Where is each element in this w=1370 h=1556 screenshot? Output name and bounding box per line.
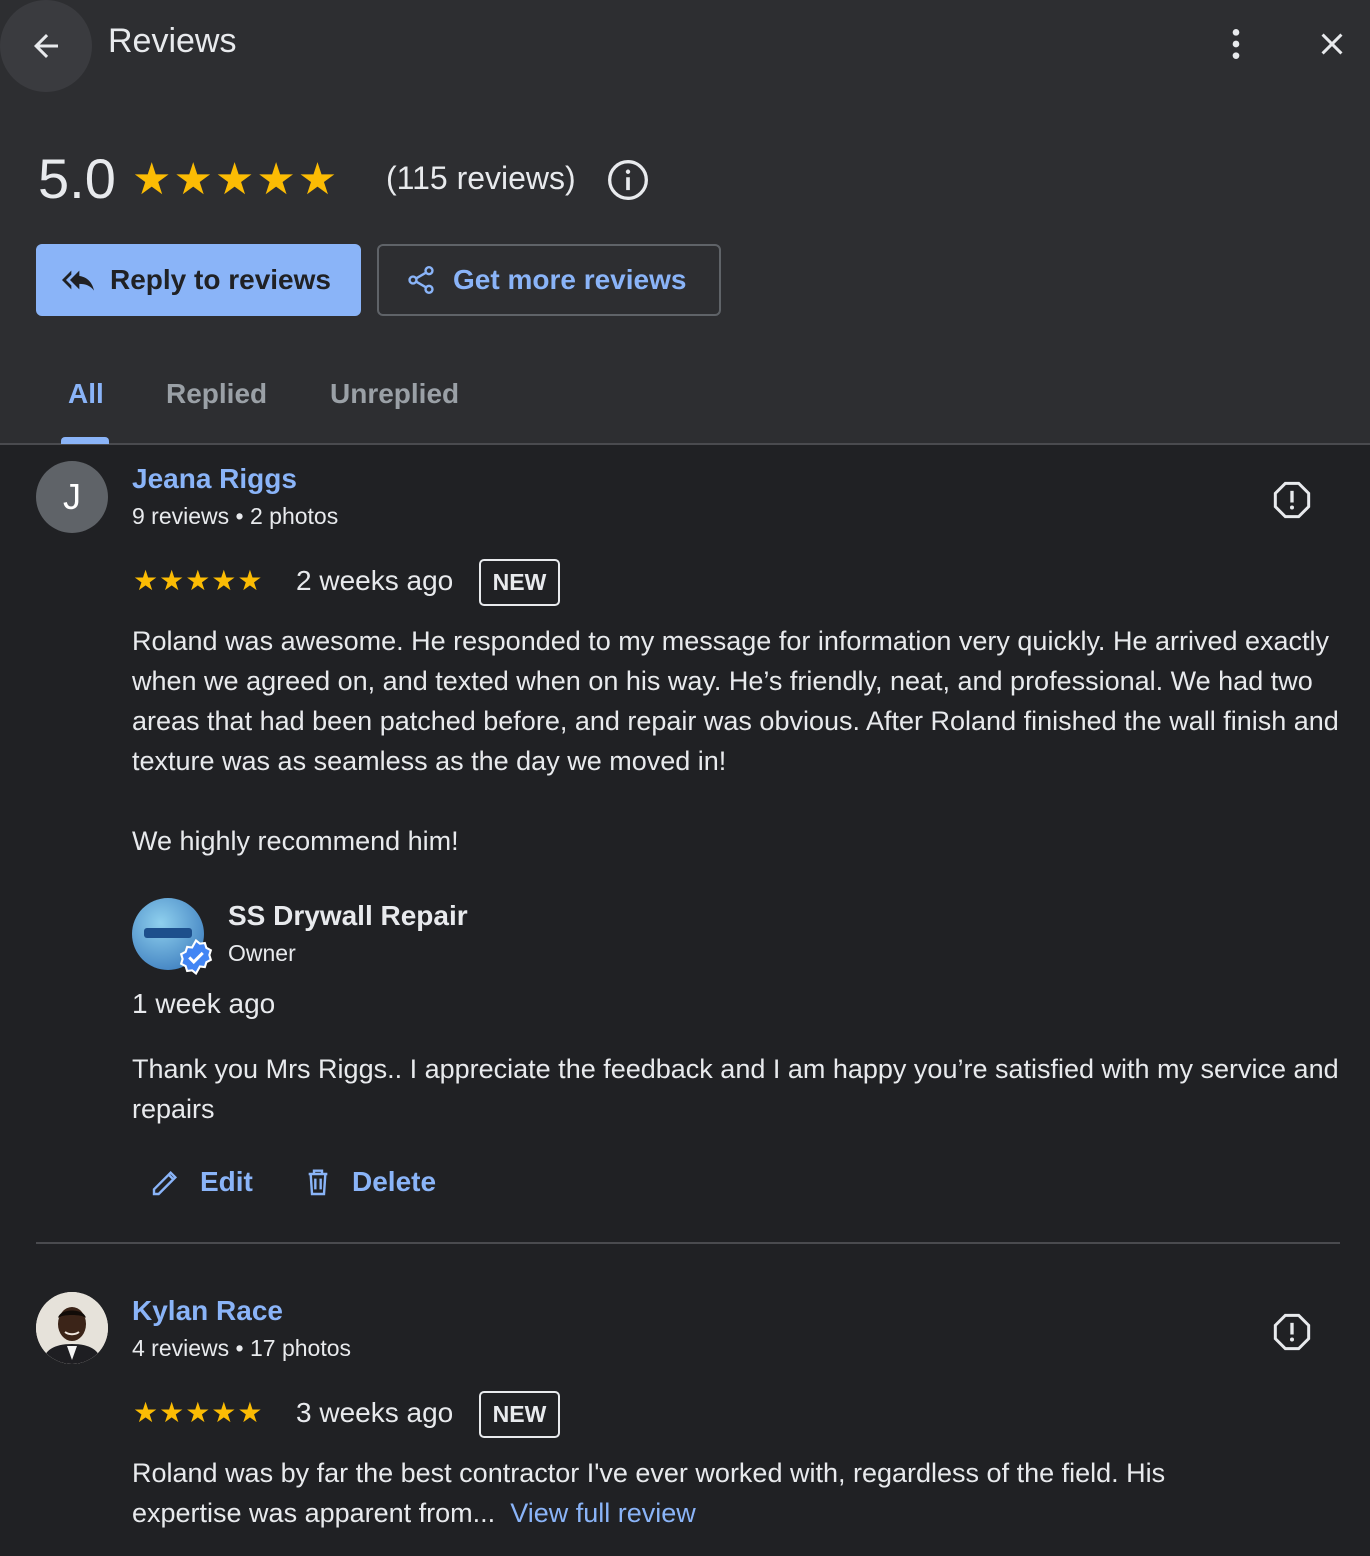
get-more-reviews-label: Get more reviews [453,264,687,295]
close-icon [1321,33,1343,55]
trash-icon [308,1169,328,1196]
arrow-back-icon [34,34,58,58]
edit-label: Edit [200,1166,253,1197]
review-text-truncated: Roland was by far the best contractor I'… [132,1453,1262,1533]
review-stars: ★★★★★ [133,1397,264,1428]
edit-pencil-icon [152,1170,178,1196]
reviewer-name[interactable]: Kylan Race [132,1295,283,1327]
reviewer-meta: 9 reviews • 2 photos [132,503,339,529]
panel-title: Reviews [108,22,237,60]
tab-unreplied[interactable]: Unreplied [330,378,459,410]
reply-to-reviews-label: Reply to reviews [110,264,331,295]
verified-badge-icon [179,939,213,975]
reply-to-reviews-button[interactable]: Reply to reviews [36,244,361,316]
review-text-recommendation: We highly recommend him! [132,826,459,856]
more-options-button[interactable] [1212,20,1260,68]
rating-info-button[interactable] [606,158,650,202]
owner-reply-text: Thank you Mrs Riggs.. I appreciate the f… [132,1054,1339,1124]
back-button[interactable] [0,0,92,92]
person-photo-icon [36,1292,108,1364]
delete-reply-button[interactable]: Delete [302,1160,436,1204]
get-more-reviews-button[interactable]: Get more reviews [377,244,721,316]
owner-name: SS Drywall Repair [228,900,468,931]
report-icon [1273,481,1311,519]
report-icon [1273,1313,1311,1351]
overall-rating: 5.0 [38,147,116,210]
report-review-button[interactable] [1268,476,1316,524]
review-stars: ★★★★★ [133,565,264,596]
selected-tab-indicator [61,437,109,444]
owner-reply-time: 1 week ago [132,988,276,1019]
new-badge: NEW [479,559,560,606]
reviewer-avatar-photo[interactable] [36,1292,108,1364]
info-icon [608,160,648,200]
new-badge: NEW [479,1391,560,1438]
reviews-header: Reviews 5.0 ★★★★★ (115 reviews) Reply to… [0,0,1370,445]
overall-rating-stars: ★★★★★ [132,155,340,204]
delete-label: Delete [352,1166,437,1197]
review-count: (115 reviews) [386,160,576,196]
edit-reply-button[interactable]: Edit [150,1160,253,1204]
close-button[interactable] [1308,20,1356,68]
share-icon [408,266,434,294]
report-review-button[interactable] [1268,1308,1316,1356]
reply-all-icon [62,270,94,291]
review-text: Roland was awesome. He responded to my m… [132,626,1339,776]
more-vert-icon [1232,29,1240,59]
reviewer-name[interactable]: Jeana Riggs [132,463,297,495]
view-full-review-link[interactable]: View full review [510,1498,696,1528]
review-divider [36,1242,1340,1244]
business-logo [144,928,192,938]
tab-replied[interactable]: Replied [166,378,267,410]
review-time: 2 weeks ago [296,565,454,596]
reviewer-meta: 4 reviews • 17 photos [132,1335,352,1361]
owner-role: Owner [228,940,296,966]
tab-all[interactable]: All [68,378,104,410]
reviewer-avatar[interactable]: J [36,461,108,533]
review-time: 3 weeks ago [296,1397,454,1428]
